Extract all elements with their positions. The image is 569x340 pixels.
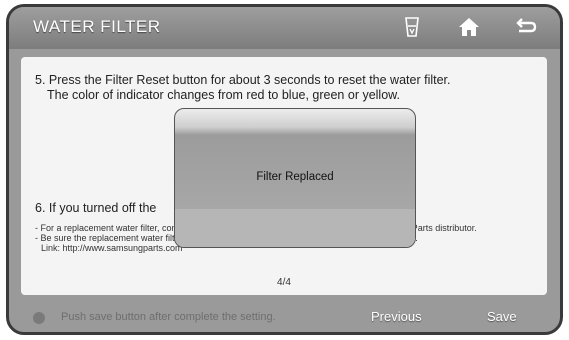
filter-replaced-popup[interactable]: Filter Replaced (174, 108, 416, 248)
popup-message: Filter Replaced (256, 171, 334, 183)
page-indicator: 4/4 (277, 277, 291, 288)
back-icon[interactable] (513, 15, 539, 39)
footer-message: Push save button after complete the sett… (61, 311, 276, 323)
step-5-text: 5. Press the Filter Reset button for abo… (35, 73, 540, 103)
water-filter-icon[interactable] (399, 15, 425, 39)
info-dot-icon (33, 312, 45, 324)
footer-bar: Push save button after complete the sett… (9, 298, 560, 332)
popup-band (175, 209, 415, 247)
step-6-text: 6. If you turned off the (35, 201, 157, 215)
step-5-line-2: The color of indicator changes from red … (47, 88, 400, 102)
screen-frame: WATER FILTER 5. Press the Filter Reset b… (6, 4, 563, 335)
page-title: WATER FILTER (33, 17, 161, 36)
save-button[interactable]: Save (487, 309, 517, 324)
step-5-line-1: 5. Press the Filter Reset button for abo… (35, 73, 451, 87)
previous-button[interactable]: Previous (371, 309, 422, 324)
header-bar: WATER FILTER (9, 7, 560, 49)
home-icon[interactable] (456, 15, 482, 39)
